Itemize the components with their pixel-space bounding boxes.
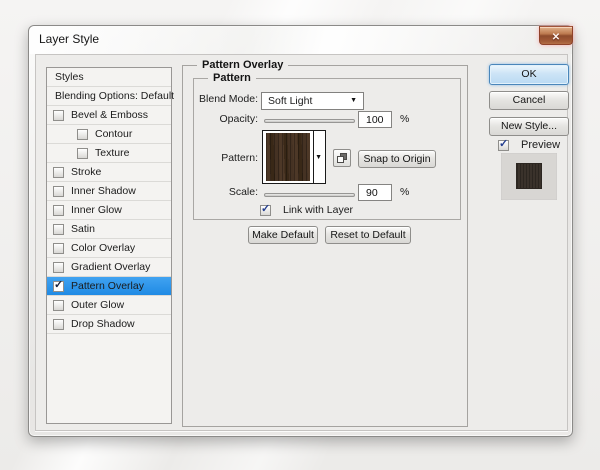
scale-input[interactable] <box>358 184 392 201</box>
contour-checkbox[interactable]: ✓ <box>77 129 88 140</box>
preview-pattern-square <box>516 163 542 189</box>
panel-title: Pattern Overlay <box>197 59 288 72</box>
pattern-overlay-panel: Pattern Overlay Pattern Blend Mode: Soft… <box>182 65 468 427</box>
pattern-group: Pattern Blend Mode: Soft Light ▼ Opacity… <box>193 78 461 220</box>
sidebar-item-label: Inner Shadow <box>71 185 136 197</box>
make-default-button[interactable]: Make Default <box>248 226 318 244</box>
scale-unit: % <box>400 186 409 198</box>
sidebar-item-outer-glow[interactable]: ✓ Outer Glow <box>47 296 171 315</box>
pattern-swatch[interactable] <box>266 133 310 181</box>
sidebar-item-contour[interactable]: ✓ Contour <box>47 125 171 144</box>
dialog-body: Styles Blending Options: Default ✓ Bevel… <box>35 54 568 431</box>
sidebar-item-inner-shadow[interactable]: ✓ Inner Shadow <box>47 182 171 201</box>
bevel-emboss-checkbox[interactable]: ✓ <box>53 110 64 121</box>
reset-to-default-button[interactable]: Reset to Default <box>325 226 411 244</box>
inner-glow-checkbox[interactable]: ✓ <box>53 205 64 216</box>
chevron-down-icon[interactable]: ▼ <box>315 154 322 161</box>
blend-mode-value: Soft Light <box>268 93 312 109</box>
sidebar-item-label: Bevel & Emboss <box>71 109 148 121</box>
sidebar-item-color-overlay[interactable]: ✓ Color Overlay <box>47 239 171 258</box>
scale-label: Scale: <box>194 186 258 198</box>
sidebar-item-stroke[interactable]: ✓ Stroke <box>47 163 171 182</box>
styles-header-label: Styles <box>55 71 84 83</box>
sidebar-item-pattern-overlay[interactable]: ✓ Pattern Overlay <box>47 277 171 296</box>
styles-list: Styles Blending Options: Default ✓ Bevel… <box>46 67 172 424</box>
new-pattern-preset-icon <box>337 156 344 163</box>
preview-label: Preview <box>521 139 560 151</box>
opacity-label: Opacity: <box>194 113 258 125</box>
sidebar-item-label: Inner Glow <box>71 204 122 216</box>
sidebar-item-texture[interactable]: ✓ Texture <box>47 144 171 163</box>
sidebar-item-label: Texture <box>95 147 129 159</box>
ok-button[interactable]: OK <box>489 64 569 85</box>
link-with-layer-label: Link with Layer <box>283 204 353 216</box>
preview-row: ✓ Preview <box>498 139 560 151</box>
sidebar-item-label: Contour <box>95 128 132 140</box>
new-pattern-preset-button[interactable] <box>333 149 351 167</box>
sidebar-item-styles[interactable]: Styles <box>47 68 171 87</box>
sidebar-item-label: Satin <box>71 223 95 235</box>
window-title: Layer Style <box>39 26 99 53</box>
opacity-slider-thumb[interactable] <box>343 112 354 123</box>
check-icon: ✓ <box>499 137 508 150</box>
opacity-slider-track[interactable] <box>264 119 355 123</box>
link-with-layer-checkbox[interactable]: ✓ <box>260 205 271 216</box>
color-overlay-checkbox[interactable]: ✓ <box>53 243 64 254</box>
texture-checkbox[interactable]: ✓ <box>77 148 88 159</box>
preview-checkbox[interactable]: ✓ <box>498 140 509 151</box>
blend-mode-label: Blend Mode: <box>194 93 258 105</box>
sidebar-item-label: Gradient Overlay <box>71 261 150 273</box>
link-with-layer-row: ✓ Link with Layer <box>260 204 353 216</box>
scale-slider-thumb[interactable] <box>291 186 302 197</box>
cancel-button[interactable]: Cancel <box>489 91 569 110</box>
divider <box>313 131 314 183</box>
pattern-overlay-checkbox[interactable]: ✓ <box>53 281 64 292</box>
check-icon: ✓ <box>54 278 63 291</box>
sidebar-item-label: Stroke <box>71 166 101 178</box>
pattern-group-title: Pattern <box>208 72 256 85</box>
gradient-overlay-checkbox[interactable]: ✓ <box>53 262 64 273</box>
outer-glow-checkbox[interactable]: ✓ <box>53 300 64 311</box>
close-button[interactable]: ✕ <box>539 26 573 45</box>
sidebar-item-label: Outer Glow <box>71 299 124 311</box>
sidebar-item-inner-glow[interactable]: ✓ Inner Glow <box>47 201 171 220</box>
stroke-checkbox[interactable]: ✓ <box>53 167 64 178</box>
sidebar-item-satin[interactable]: ✓ Satin <box>47 220 171 239</box>
inner-shadow-checkbox[interactable]: ✓ <box>53 186 64 197</box>
snap-to-origin-button[interactable]: Snap to Origin <box>358 150 436 168</box>
sidebar-item-blending-options[interactable]: Blending Options: Default <box>47 87 171 106</box>
pattern-picker[interactable]: ▼ <box>262 130 326 184</box>
sidebar-item-bevel-emboss[interactable]: ✓ Bevel & Emboss <box>47 106 171 125</box>
title-bar[interactable]: Layer Style ✕ <box>29 26 572 54</box>
check-icon: ✓ <box>261 202 270 215</box>
chevron-down-icon: ▼ <box>350 97 357 104</box>
sidebar-item-label: Pattern Overlay <box>71 280 144 292</box>
layer-style-dialog: Layer Style ✕ Styles Blending Options: D… <box>28 25 573 437</box>
close-icon: ✕ <box>552 32 560 43</box>
new-style-button[interactable]: New Style... <box>489 117 569 136</box>
blend-mode-select[interactable]: Soft Light ▼ <box>261 92 364 110</box>
pattern-label: Pattern: <box>194 152 258 164</box>
opacity-input[interactable] <box>358 111 392 128</box>
scale-slider-track[interactable] <box>264 193 355 197</box>
drop-shadow-checkbox[interactable]: ✓ <box>53 319 64 330</box>
sidebar-item-drop-shadow[interactable]: ✓ Drop Shadow <box>47 315 171 334</box>
preview-thumbnail <box>501 153 557 200</box>
opacity-unit: % <box>400 113 409 125</box>
sidebar-item-label: Drop Shadow <box>71 318 135 330</box>
sidebar-item-gradient-overlay[interactable]: ✓ Gradient Overlay <box>47 258 171 277</box>
satin-checkbox[interactable]: ✓ <box>53 224 64 235</box>
sidebar-item-label: Color Overlay <box>71 242 135 254</box>
blending-options-label: Blending Options: Default <box>55 90 174 102</box>
